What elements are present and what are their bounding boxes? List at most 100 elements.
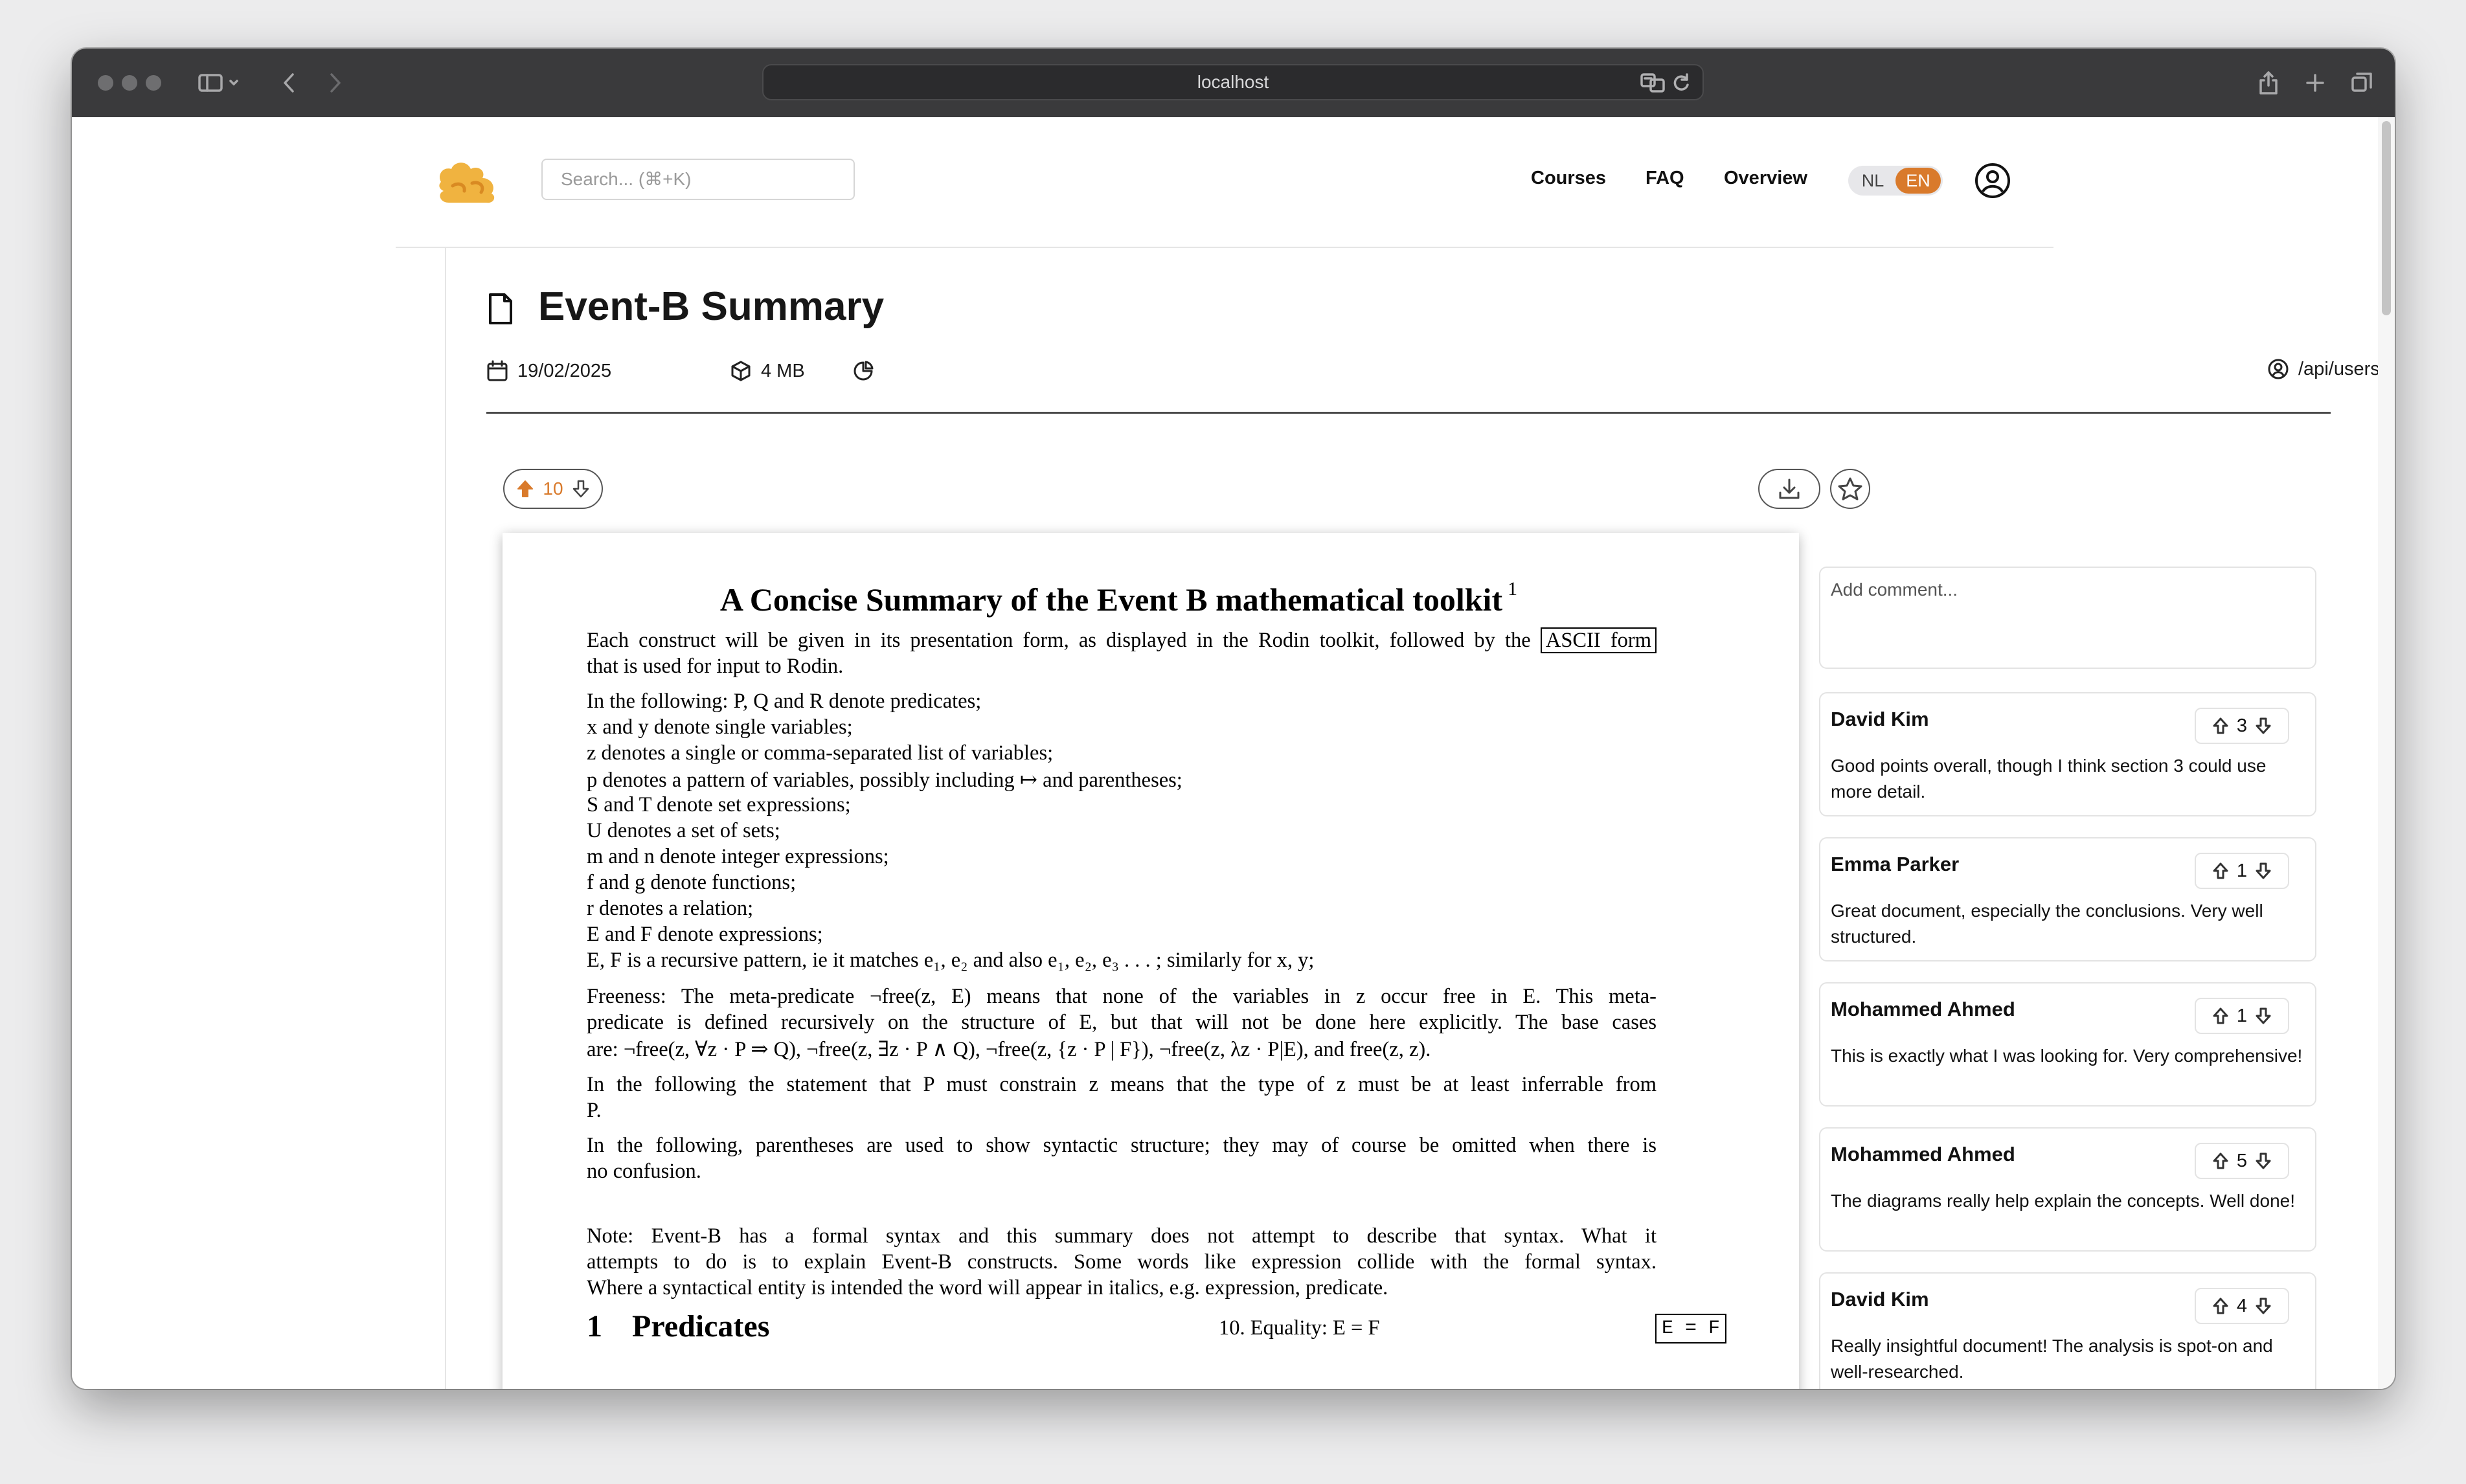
back-icon[interactable] — [277, 68, 302, 98]
download-button[interactable] — [1758, 469, 1820, 509]
paper-definition: r denotes a relation; — [587, 897, 754, 920]
logo-icon[interactable] — [435, 156, 506, 208]
page-scrollbar[interactable] — [2378, 117, 2395, 1389]
translate-icon[interactable] — [1640, 72, 1665, 98]
downvote-icon[interactable] — [2255, 1297, 2272, 1315]
paper-text-line: Each construct will be given in its pres… — [587, 627, 1657, 653]
close-window-button[interactable] — [98, 75, 113, 91]
comment-votes: 4 — [2195, 1288, 2289, 1324]
downvote-icon[interactable] — [2255, 1152, 2272, 1170]
download-icon — [1779, 478, 1800, 499]
nav-overview[interactable]: Overview — [1724, 168, 1807, 189]
paper-intro-text: Each construct will be given in its pres… — [587, 629, 1531, 652]
paper-constrain: In the following the statement that P mu… — [587, 1073, 1657, 1096]
size-text: 4 MB — [761, 360, 805, 381]
upvote-icon[interactable] — [517, 480, 534, 498]
comment-author: Mohammed Ahmed — [1831, 1143, 2015, 1165]
paper-definition: p denotes a pattern of variables, possib… — [587, 769, 1182, 792]
maximize-window-button[interactable] — [146, 75, 161, 91]
comment-author: Emma Parker — [1831, 853, 1960, 875]
minimize-window-button[interactable] — [122, 75, 137, 91]
upvote-icon[interactable] — [2212, 1007, 2229, 1025]
comment-author: Mohammed Ahmed — [1831, 998, 2015, 1020]
comment-votes: 1 — [2195, 998, 2289, 1034]
downvote-icon[interactable] — [2255, 862, 2272, 880]
document-size: 4 MB — [730, 360, 805, 382]
comment-author: David Kim — [1831, 1288, 1929, 1310]
comment-card: David Kim 4 Really insightful document! … — [1819, 1272, 2316, 1389]
paper-freeness: are: ¬free(z, ∀z · P ⇒ Q), ¬free(z, ∃z ·… — [587, 1038, 1431, 1061]
document-votes: 10 — [503, 469, 603, 509]
comment-card: Mohammed Ahmed 1 This is exactly what I … — [1819, 982, 2316, 1107]
language-nl[interactable]: NL — [1850, 168, 1895, 194]
comment-vote-count: 5 — [2236, 1150, 2248, 1171]
scrollbar-thumb[interactable] — [2382, 121, 2391, 315]
comment-text: Great document, especially the conclusio… — [1831, 901, 2263, 947]
upvote-icon[interactable] — [2212, 717, 2229, 735]
upvote-icon[interactable] — [2212, 1152, 2229, 1170]
comment-vote-count: 4 — [2236, 1295, 2248, 1316]
document-date: 19/02/2025 — [486, 360, 611, 382]
user-account-icon[interactable] — [1973, 161, 2012, 200]
paper-constrain: P. — [587, 1099, 602, 1122]
comment-card: Emma Parker 1 Great document, especially… — [1819, 837, 2316, 961]
url-text: localhost — [1197, 72, 1269, 92]
new-tab-icon[interactable] — [2302, 68, 2328, 98]
user-circle-icon — [2268, 359, 2289, 379]
language-en[interactable]: EN — [1895, 168, 1941, 194]
language-switch: NL EN — [1848, 166, 1943, 196]
comment-author: David Kim — [1831, 708, 1929, 730]
document-icon — [489, 293, 512, 324]
paper-definition: E and F denote expressions; — [587, 923, 823, 946]
comment-vote-count: 1 — [2236, 1005, 2248, 1026]
paper-text-line: that is used for input to Rodin. — [587, 655, 844, 678]
paper-definition: U denotes a set of sets; — [587, 819, 780, 842]
paper-footnote: 1 — [1508, 578, 1518, 600]
downvote-icon[interactable] — [2255, 1007, 2272, 1025]
paper-definition: x and y denote single variables; — [587, 715, 853, 739]
upvote-icon[interactable] — [2212, 862, 2229, 880]
date-text: 19/02/2025 — [517, 360, 612, 381]
paper-section-heading: 1 Predicates — [587, 1309, 769, 1344]
document-stats[interactable] — [852, 360, 874, 382]
favorite-button[interactable] — [1830, 469, 1870, 509]
tab-overview-icon[interactable] — [2349, 68, 2375, 98]
document-owner[interactable]: /api/users/2 — [2267, 358, 2395, 380]
paper-definition: f and g denote functions; — [587, 871, 797, 894]
nav-courses[interactable]: Courses — [1531, 168, 1606, 189]
browser-toolbar: localhost — [72, 49, 2395, 117]
paper-definition: z denotes a single or comma-separated li… — [587, 741, 1054, 765]
reload-icon[interactable] — [1671, 72, 1691, 98]
address-bar[interactable]: localhost — [762, 64, 1704, 100]
paper-title-text: A Concise Summary of the Event B mathema… — [719, 581, 1503, 618]
downvote-icon[interactable] — [572, 480, 589, 498]
paper-definition: In the following: P, Q and R denote pred… — [587, 690, 982, 713]
ascii-form-box: ASCII form — [1540, 627, 1657, 653]
search-input[interactable] — [541, 159, 855, 200]
section-title: Predicates — [632, 1309, 770, 1343]
nav-faq[interactable]: FAQ — [1646, 168, 1684, 189]
upvote-icon[interactable] — [2212, 1297, 2229, 1315]
paper-definition: m and n denote integer expressions; — [587, 845, 889, 868]
paper-item: 10. Equality: E = F — [1219, 1316, 1380, 1340]
content-left-border — [445, 248, 446, 1389]
share-icon[interactable] — [2256, 68, 2281, 98]
comment-input[interactable] — [1819, 567, 2316, 669]
star-icon — [1838, 477, 1862, 500]
package-icon — [731, 361, 751, 381]
paper-parentheses: no confusion. — [587, 1160, 701, 1183]
comment-text: This is exactly what I was looking for. … — [1831, 1046, 2303, 1066]
pie-chart-icon[interactable] — [852, 360, 874, 382]
forward-icon[interactable] — [322, 68, 348, 98]
page-viewport: Courses FAQ Overview NL EN Event-B Summa… — [72, 117, 2395, 1389]
downvote-icon[interactable] — [2255, 717, 2272, 735]
comment-vote-count: 3 — [2236, 715, 2248, 736]
comment-votes: 5 — [2195, 1143, 2289, 1179]
pdf-preview: A Concise Summary of the Event B mathema… — [503, 533, 1799, 1389]
paper-note: Note: Event-B has a formal syntax and th… — [587, 1224, 1657, 1248]
paper-note: Where a syntactical entity is intended t… — [587, 1276, 1388, 1299]
comment-card: David Kim 3 Good points overall, though … — [1819, 692, 2316, 816]
comment-votes: 3 — [2195, 708, 2289, 744]
paper-title: A Concise Summary of the Event B mathema… — [503, 578, 1735, 618]
sidebar-toggle-icon[interactable] — [196, 68, 242, 98]
